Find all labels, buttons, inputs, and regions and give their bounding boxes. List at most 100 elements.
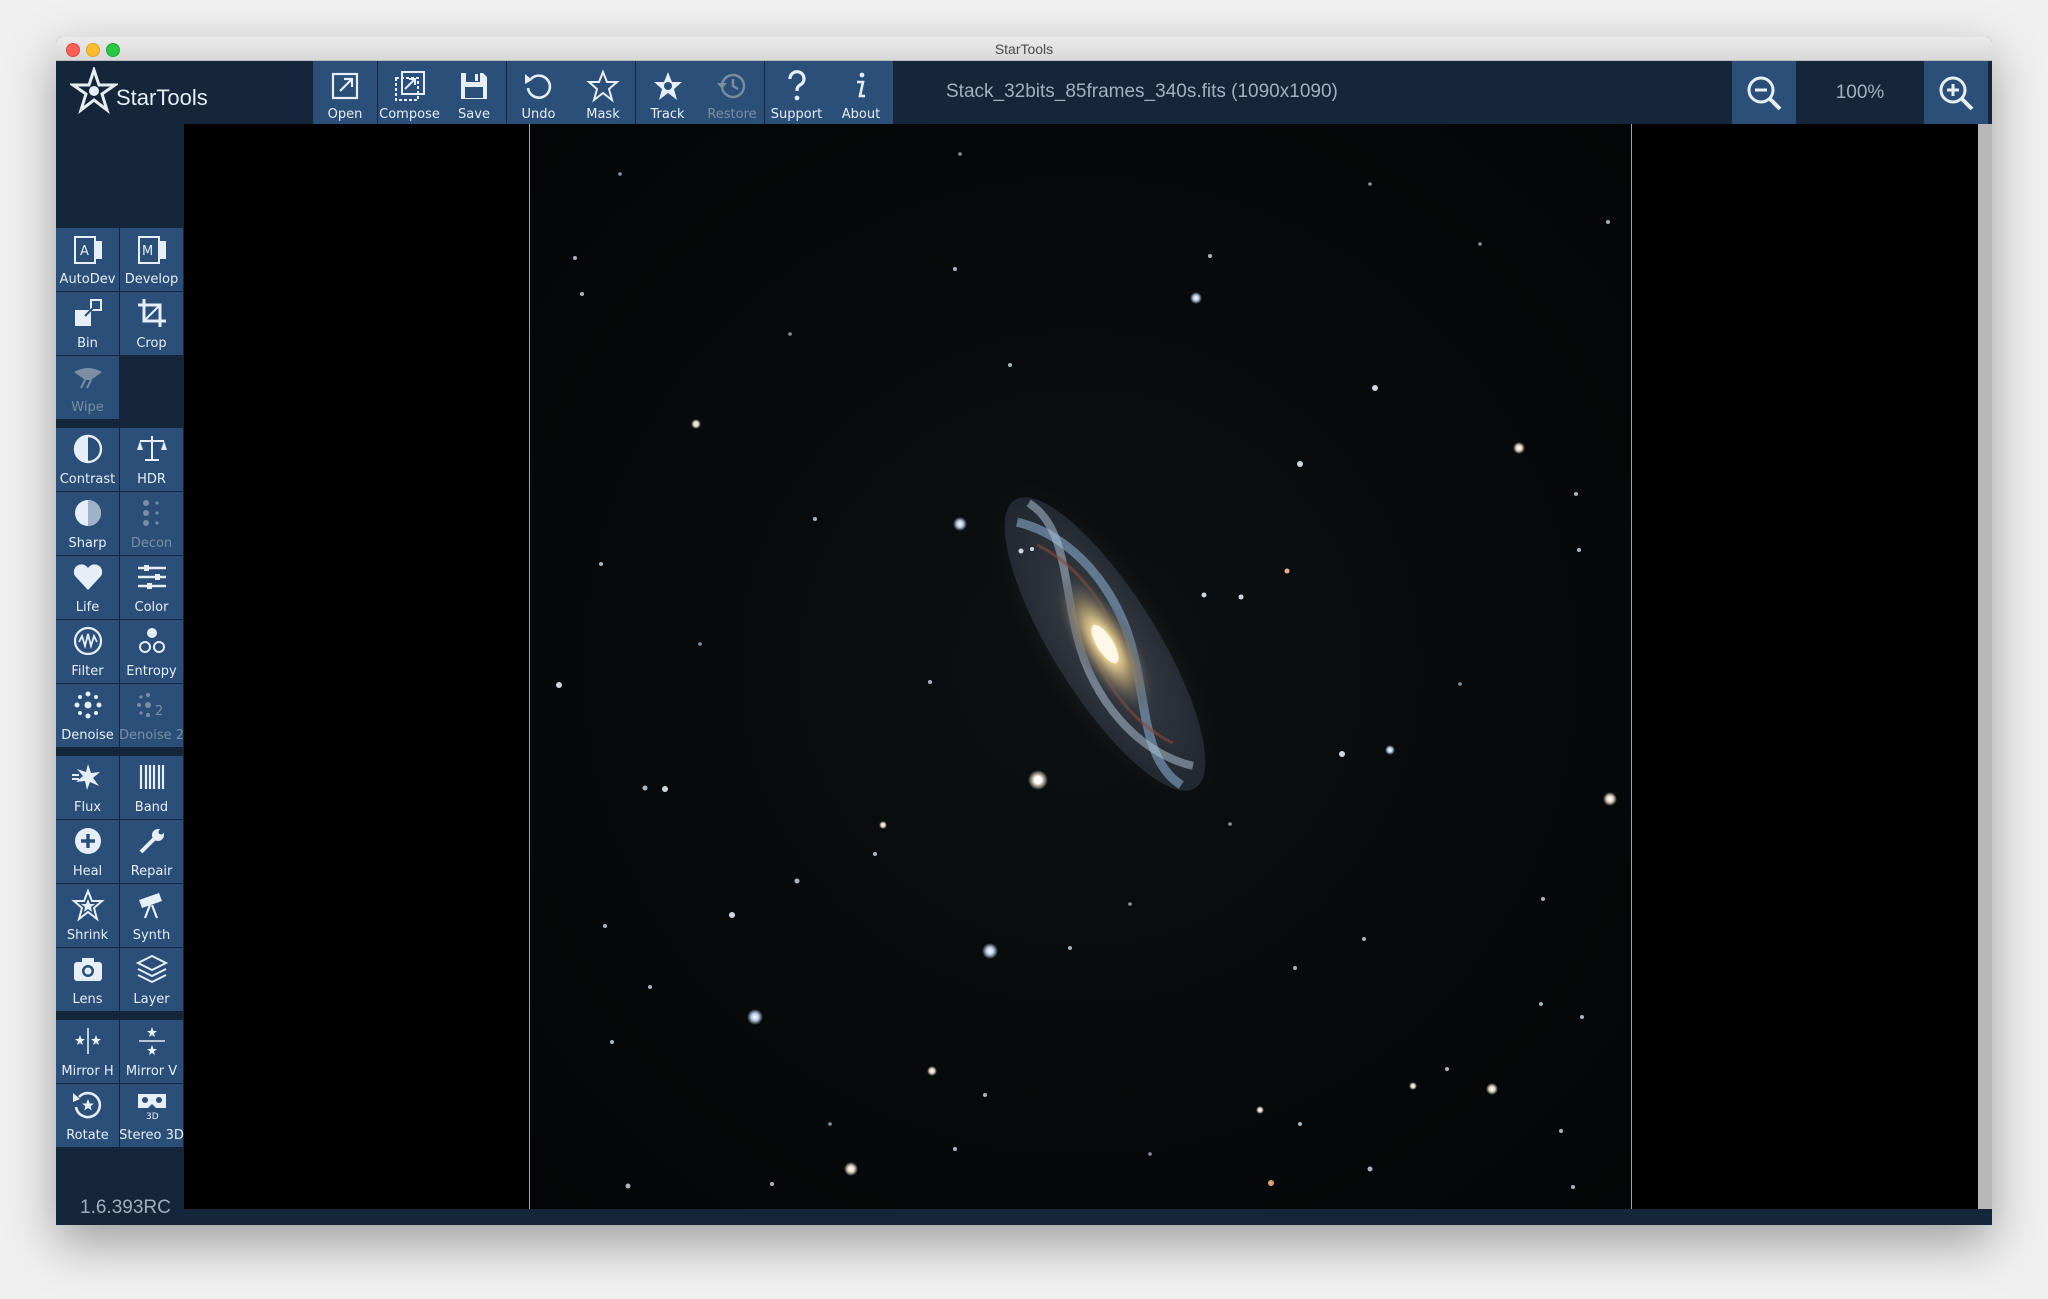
wipe-button[interactable]: Wipe <box>56 356 119 419</box>
develop-button[interactable]: M Develop <box>120 228 183 291</box>
mirror-horizontal-icon <box>74 1028 101 1054</box>
startools-logo-icon <box>70 67 118 115</box>
flux-button[interactable]: Flux <box>56 756 119 819</box>
denoise-dots-icon <box>74 691 101 719</box>
denoise-button[interactable]: Denoise <box>56 684 119 747</box>
about-label: About <box>841 107 881 122</box>
mask-button[interactable]: Mask <box>571 61 635 124</box>
shrink-star-icon <box>70 888 105 922</box>
restore-button[interactable]: Restore <box>700 61 764 124</box>
zoom-in-icon <box>1939 76 1974 110</box>
stereo-3d-button[interactable]: 3D Stereo 3D <box>119 1084 184 1147</box>
floppy-disk-icon <box>461 73 487 99</box>
support-button[interactable]: Support <box>764 61 829 124</box>
contrast-label: Contrast <box>59 472 116 487</box>
image-canvas[interactable] <box>184 124 1978 1209</box>
decon-button[interactable]: Decon <box>120 492 183 555</box>
decon-dots-icon <box>142 500 159 526</box>
mirror-h-button[interactable]: Mirror H <box>56 1020 119 1083</box>
entropy-icon <box>138 628 165 653</box>
crop-button[interactable]: Crop <box>120 292 183 355</box>
open-label: Open <box>327 107 363 122</box>
autodev-button[interactable]: A AutoDev <box>56 228 119 291</box>
lens-label: Lens <box>72 992 103 1007</box>
wipe-icon <box>73 368 102 389</box>
sharp-button[interactable]: Sharp <box>56 492 119 555</box>
color-label: Color <box>134 600 169 615</box>
repair-button[interactable]: Repair <box>120 820 183 883</box>
synth-label: Synth <box>132 928 171 943</box>
develop-label: Develop <box>124 272 179 287</box>
life-label: Life <box>75 600 100 615</box>
vertical-scrollbar[interactable] <box>1978 124 1992 1209</box>
track-button[interactable]: Track <box>635 61 700 124</box>
hdr-label: HDR <box>137 472 166 487</box>
filter-button[interactable]: Filter <box>56 620 119 683</box>
zoom-in-button[interactable] <box>1924 61 1988 124</box>
mirror-v-label: Mirror V <box>125 1064 178 1079</box>
open-external-icon <box>331 72 359 100</box>
open-button[interactable]: Open <box>313 61 377 124</box>
bin-button[interactable]: Bin <box>56 292 119 355</box>
info-icon <box>857 72 865 98</box>
denoise-2-label: Denoise 2 <box>119 728 184 743</box>
contrast-button[interactable]: Contrast <box>56 428 119 491</box>
svg-text:2: 2 <box>155 704 163 719</box>
bin-icon <box>74 299 102 326</box>
track-label: Track <box>650 107 685 122</box>
bin-label: Bin <box>77 336 98 351</box>
band-button[interactable]: Band <box>120 756 183 819</box>
question-mark-icon <box>787 70 806 101</box>
sliders-icon <box>137 565 166 589</box>
flux-icon <box>71 764 100 790</box>
galaxy-image[interactable] <box>529 124 1632 1209</box>
heal-button[interactable]: Heal <box>56 820 119 883</box>
star-outline-icon <box>586 69 620 103</box>
save-button[interactable]: Save <box>442 61 506 124</box>
entropy-button[interactable]: Entropy <box>120 620 183 683</box>
undo-label: Undo <box>521 107 556 122</box>
file-name: Stack_32bits_85frames_340s.fits (1090x10… <box>946 81 1338 102</box>
sharp-label: Sharp <box>68 536 107 551</box>
shrink-button[interactable]: Shrink <box>56 884 119 947</box>
zoom-level: 100% <box>1835 81 1885 103</box>
mask-label: Mask <box>586 107 620 122</box>
heal-label: Heal <box>72 864 103 879</box>
decon-label: Decon <box>130 536 173 551</box>
color-button[interactable]: Color <box>120 556 183 619</box>
undo-button[interactable]: Undo <box>506 61 571 124</box>
synth-button[interactable]: Synth <box>120 884 183 947</box>
svg-text:3D: 3D <box>146 1112 159 1122</box>
rotate-button[interactable]: Rotate <box>56 1084 119 1147</box>
mirror-v-button[interactable]: Mirror V <box>120 1020 183 1083</box>
lens-button[interactable]: Lens <box>56 948 119 1011</box>
hdr-button[interactable]: HDR <box>120 428 183 491</box>
app-logo: StarTools <box>70 67 270 117</box>
denoise-2-button[interactable]: 2 Denoise 2 <box>119 684 184 747</box>
app-name: StarTools <box>116 85 208 110</box>
mirror-vertical-icon <box>138 1027 165 1055</box>
main-toolbar: Open Compose Save Undo Mask Track Restor… <box>313 61 894 124</box>
filter-wave-icon <box>73 626 102 656</box>
svg-text:M: M <box>142 244 153 259</box>
title-bar: StarTools <box>56 37 1992 61</box>
entropy-label: Entropy <box>126 664 177 679</box>
crop-label: Crop <box>136 336 167 351</box>
compose-button[interactable]: Compose <box>377 61 442 124</box>
bottom-strip <box>184 1209 1992 1225</box>
undo-icon <box>524 74 551 99</box>
layer-button[interactable]: Layer <box>120 948 183 1011</box>
life-button[interactable]: Life <box>56 556 119 619</box>
zoom-out-button[interactable] <box>1732 61 1796 124</box>
balance-scale-icon <box>136 436 167 461</box>
band-icon <box>139 765 164 789</box>
app-window: StarTools StarTools Open Compose Save Un… <box>56 37 1992 1225</box>
develop-icon: M <box>137 236 166 264</box>
compose-icon <box>394 71 425 101</box>
version-label: 1.6.393RC <box>80 1197 171 1218</box>
about-button[interactable]: About <box>829 61 893 124</box>
flux-label: Flux <box>73 800 102 815</box>
star-track-icon <box>653 72 682 100</box>
repair-label: Repair <box>130 864 173 879</box>
restore-label: Restore <box>707 107 757 122</box>
